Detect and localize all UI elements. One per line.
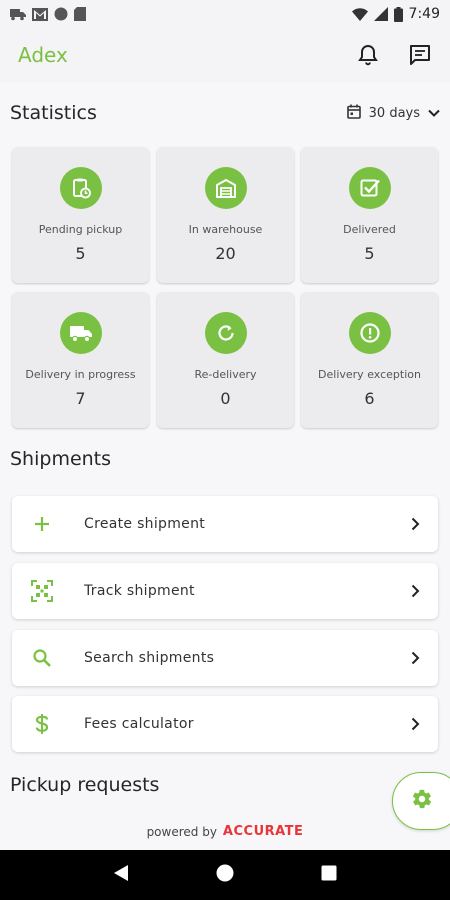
stat-label: Delivery exception: [318, 368, 421, 381]
stat-label: Delivery in progress: [25, 368, 136, 381]
main-content: Statistics 30 days Pending pickup 5 In w…: [0, 82, 450, 850]
stat-label: In warehouse: [188, 223, 263, 236]
track-shipment-button[interactable]: Track shipment: [12, 563, 438, 619]
powered-by-footer: powered by ACCURATE: [0, 824, 450, 839]
action-label: Track shipment: [84, 583, 195, 599]
statistics-title: Statistics: [10, 102, 97, 124]
bell-icon[interactable]: [356, 43, 380, 67]
stat-card-delivery-in-progress[interactable]: Delivery in progress 7: [12, 292, 149, 428]
stat-card-in-warehouse[interactable]: In warehouse 20: [157, 147, 294, 283]
statistics-header: Statistics 30 days: [10, 96, 440, 130]
chevron-right-icon: [411, 651, 420, 665]
exclamation-icon: [348, 312, 391, 354]
home-icon[interactable]: [216, 864, 234, 886]
status-right: 7:49: [351, 6, 440, 22]
gear-icon: [411, 788, 433, 814]
plus-icon: [30, 512, 54, 536]
chevron-right-icon: [411, 584, 420, 598]
app-bar: Adex: [0, 28, 450, 82]
qr-scan-icon: [30, 579, 54, 603]
refresh-icon: [204, 312, 247, 354]
clipboard-clock-icon: [59, 167, 102, 209]
checkbox-icon: [348, 167, 391, 209]
app-title: Adex: [18, 43, 68, 67]
powered-by-text: powered by: [146, 824, 217, 839]
create-shipment-button[interactable]: Create shipment: [12, 496, 438, 552]
stat-card-delivery-exception[interactable]: Delivery exception 6: [301, 292, 438, 428]
warehouse-icon: [204, 167, 247, 209]
chevron-right-icon: [411, 517, 420, 531]
stat-card-pending-pickup[interactable]: Pending pickup 5: [12, 147, 149, 283]
action-label: Create shipment: [84, 516, 206, 532]
fees-calculator-button[interactable]: Fees calculator: [12, 696, 438, 752]
date-range-selector[interactable]: 30 days: [346, 104, 440, 123]
message-icon[interactable]: [408, 43, 432, 67]
stat-value: 7: [75, 389, 86, 408]
stat-card-delivered[interactable]: Delivered 5: [301, 147, 438, 283]
brand-logo: ACCURATE: [222, 824, 304, 839]
stat-label: Delivered: [343, 223, 396, 236]
gmail-icon: [32, 7, 48, 21]
dollar-icon: [30, 712, 54, 736]
stat-value: 20: [215, 244, 236, 263]
sd-card-icon: [74, 7, 86, 21]
stat-card-re-delivery[interactable]: Re-delivery 0: [157, 292, 294, 428]
search-icon: [30, 646, 54, 670]
truck-notification-icon: [10, 7, 26, 21]
recents-icon[interactable]: [321, 865, 337, 885]
pickup-requests-title: Pickup requests: [10, 774, 160, 796]
stat-value: 5: [75, 244, 86, 263]
battery-icon: [393, 6, 403, 22]
chevron-down-icon: [428, 106, 440, 121]
circle-notification-icon: [54, 7, 68, 21]
settings-fab[interactable]: [392, 772, 450, 830]
system-nav-bar: [0, 850, 450, 900]
chevron-right-icon: [411, 717, 420, 731]
action-label: Search shipments: [84, 650, 215, 666]
stat-value: 5: [364, 244, 375, 263]
app-actions: [356, 43, 432, 67]
date-range-label: 30 days: [368, 105, 420, 121]
signal-icon: [373, 7, 388, 21]
wifi-icon: [351, 7, 368, 21]
shipments-title: Shipments: [10, 448, 112, 470]
truck-icon: [59, 312, 102, 354]
status-bar: 7:49: [0, 0, 450, 28]
action-label: Fees calculator: [84, 716, 194, 732]
stat-label: Pending pickup: [38, 223, 123, 236]
stat-value: 6: [364, 389, 375, 408]
stat-label: Re-delivery: [194, 368, 257, 381]
back-icon[interactable]: [113, 864, 129, 886]
calendar-icon: [346, 104, 361, 123]
stat-value: 0: [220, 389, 231, 408]
search-shipments-button[interactable]: Search shipments: [12, 630, 438, 686]
status-time: 7:49: [408, 6, 440, 22]
status-left: [10, 7, 86, 21]
